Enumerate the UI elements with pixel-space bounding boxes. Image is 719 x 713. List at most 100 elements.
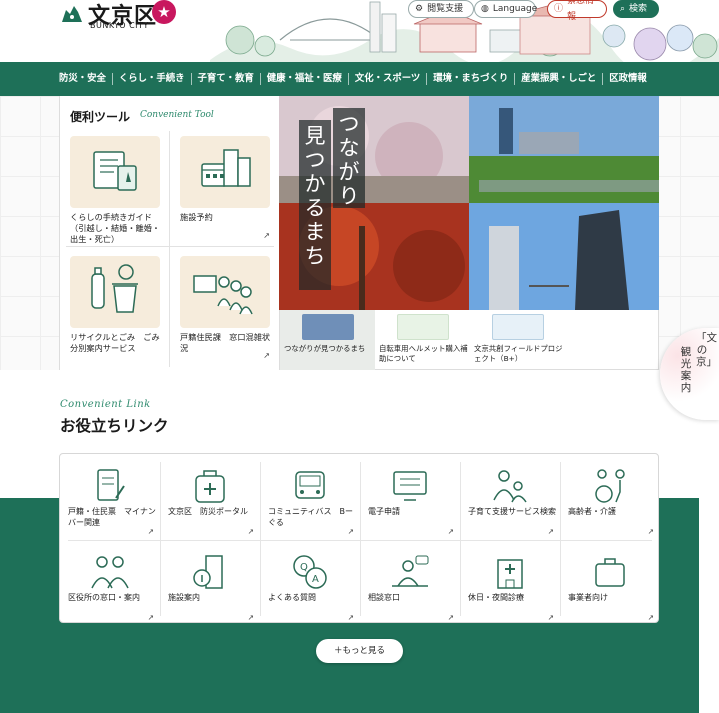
alert-icon: ⓘ (554, 4, 564, 14)
nav-item-culture-sports[interactable]: 文化・スポーツ (349, 73, 428, 85)
nav-item-industry-work[interactable]: 産業振興・しごと (515, 73, 604, 85)
nav-item-disaster-safety[interactable]: 防災・安全 (59, 73, 113, 85)
emergency-bag-icon (195, 470, 225, 503)
hero-caption: つながり 見つかるまち (299, 108, 371, 290)
tool-procedure-guide[interactable]: くらしの手続きガイド （引越し・結婚・離婚・出生・死亡） (60, 128, 168, 244)
site-logo[interactable]: 文京区 BUNKYO CITY ★ (60, 0, 190, 36)
tourism-guide-tab[interactable]: 「文の京」 観光案内 (660, 328, 719, 420)
external-link-icon: ↗ (263, 351, 270, 360)
tools-divider (66, 246, 274, 247)
recycle-bottle-icon (70, 256, 160, 328)
language-label: Language (492, 4, 538, 14)
link-elderly-care[interactable]: 高齢者・介護 ↗ (560, 454, 660, 538)
link-label: 休日・夜間診療 (468, 593, 524, 602)
tools-title: 便利ツール (70, 110, 131, 124)
link-business[interactable]: 事業者向け ↗ (560, 540, 660, 624)
arrow-icon: ↗ (547, 613, 554, 622)
search-button[interactable]: ⌕ 検索 (613, 0, 659, 18)
gear-icon: ⚙ (415, 4, 424, 14)
bus-icon (295, 471, 325, 499)
link-family-register[interactable]: 戸籍・住民票 マイナンバー関連 ↗ (60, 454, 160, 538)
arrow-icon: ↗ (347, 527, 354, 536)
link-facility-guide[interactable]: 施設案内 ↗ (160, 540, 260, 624)
link-label: 文京区 防災ポータル (168, 507, 248, 516)
arrow-icon: ↗ (647, 527, 654, 536)
link-childcare-search[interactable]: 子育て支援サービス検索 ↗ (460, 454, 560, 538)
hero-thumb-helmet[interactable]: 自転車用ヘルメット購入補助について (375, 310, 470, 370)
document-pen-icon (97, 469, 125, 501)
computer-form-icon (393, 471, 427, 501)
link-faq[interactable]: QA よくある質問 ↗ (260, 540, 360, 624)
hero-thumbnails: つながりが見つかるまち 自転車用ヘルメット購入補助について 文京共創フィールドプ… (279, 310, 659, 370)
tool-label: くらしの手続きガイド （引越し・結婚・離婚・出生・死亡） (70, 212, 161, 244)
tool-counter-congestion[interactable]: 戸籍住民課 窓口混雑状況 ↗ (170, 248, 278, 364)
language-button[interactable]: ◍ Language (474, 0, 538, 18)
link-label: 施設案内 (168, 593, 200, 602)
svg-text:A: A (312, 574, 319, 585)
nav-item-health-welfare[interactable]: 健康・福祉・医療 (261, 73, 349, 85)
nav-item-living-procedures[interactable]: くらし・手続き (113, 73, 192, 85)
link-label: 子育て支援サービス検索 (468, 507, 556, 516)
link-label: 区役所の窓口・案内 (68, 593, 140, 602)
tool-label: 施設予約 (180, 212, 213, 222)
nav-item-administration[interactable]: 区政情報 (603, 73, 653, 85)
links-title-en: Convenient Link (60, 399, 151, 410)
tool-facility-reservation[interactable]: 施設予約 ↗ (170, 128, 278, 244)
thumb-image (302, 314, 354, 340)
emergency-info-button[interactable]: ⓘ 緊急情報 (547, 0, 607, 22)
link-consultation[interactable]: 相談窓口 ↗ (360, 540, 460, 624)
arrow-icon: ↗ (247, 613, 254, 622)
convenient-links-panel: 戸籍・住民票 マイナンバー関連 ↗ 文京区 防災ポータル ↗ コミュニティバス … (59, 453, 659, 623)
side-tab-text: 観光案内 (680, 346, 692, 394)
hero-thumb-b-plus[interactable]: 文京共創フィールドプロジェクト（B+） (470, 310, 565, 370)
link-label: コミュニティバス Bーぐる (268, 507, 354, 527)
arrow-icon: ↗ (447, 527, 454, 536)
info-building-icon (193, 555, 223, 589)
reading-support-button[interactable]: ⚙ 閲覧支援 (408, 0, 474, 18)
link-label: よくある質問 (268, 593, 316, 602)
hero-caption-column: 見つかるまち (299, 120, 331, 290)
arrow-icon: ↗ (147, 613, 154, 622)
link-label: 戸籍・住民票 マイナンバー関連 (68, 507, 156, 527)
hero-slideshow[interactable]: つながり 見つかるまち (279, 96, 659, 310)
parent-child-icon (493, 470, 527, 503)
link-label: 相談窓口 (368, 593, 400, 602)
arrow-icon: ↗ (447, 613, 454, 622)
globe-icon: ◍ (481, 4, 489, 14)
tool-recycle-garbage[interactable]: リサイクルとごみ ごみ分別案内サービス (60, 248, 168, 364)
link-e-application[interactable]: 電子申請 ↗ (360, 454, 460, 538)
arrow-icon: ↗ (647, 613, 654, 622)
link-label: 電子申請 (368, 507, 400, 516)
link-disaster-portal[interactable]: 文京区 防災ポータル ↗ (160, 454, 260, 538)
link-community-bus[interactable]: コミュニティバス Bーぐる ↗ (260, 454, 360, 538)
arrow-icon: ↗ (247, 527, 254, 536)
thumb-label: つながりが見つかるまち (284, 344, 366, 353)
arrow-icon: ↗ (347, 613, 354, 622)
hospital-icon (497, 559, 523, 589)
counter-queue-icon (180, 256, 270, 328)
tool-label: 戸籍住民課 窓口混雑状況 (180, 332, 271, 353)
thumb-label: 自転車用ヘルメット購入補助について (379, 344, 468, 363)
nav-item-childcare-education[interactable]: 子育て・教育 (192, 73, 261, 85)
thumb-image (492, 314, 544, 340)
link-office-counter[interactable]: 区役所の窓口・案内 ↗ (60, 540, 160, 624)
convenient-tools-panel: 便利ツール Convenient Tool くらしの手続きガイド （引越し・結婚… (59, 96, 279, 370)
site-header: 文京区 BUNKYO CITY ★ ⚙ 閲覧支援 ◍ Language ⓘ 緊急… (0, 0, 719, 62)
show-more-button[interactable]: ＋もっと見る (316, 639, 403, 663)
nav-item-environment-town[interactable]: 環境・まちづくり (427, 73, 516, 85)
thumb-label: 文京共創フィールドプロジェクト（B+） (474, 344, 563, 363)
arrow-icon: ↗ (547, 527, 554, 536)
tool-label: リサイクルとごみ ごみ分別案内サービス (70, 332, 160, 353)
qa-bubble-icon: QA (293, 555, 327, 589)
reading-support-label: 閲覧支援 (427, 4, 464, 14)
link-label: 事業者向け (568, 593, 608, 602)
hero-thumb-tsunagari[interactable]: つながりが見つかるまち (280, 310, 375, 370)
emergency-label: 緊急情報 (567, 0, 595, 22)
hero-caption-column: つながり (333, 108, 365, 208)
logo-badge-icon: ★ (152, 0, 176, 24)
global-nav: 防災・安全 くらし・手続き 子育て・教育 健康・福祉・医療 文化・スポーツ 環境… (0, 62, 719, 96)
side-tab-text: 「文の京」 (696, 332, 717, 368)
links-title: お役立ちリンク (60, 417, 169, 435)
calendar-building-icon (180, 136, 270, 208)
link-emergency-clinic[interactable]: 休日・夜間診療 ↗ (460, 540, 560, 624)
